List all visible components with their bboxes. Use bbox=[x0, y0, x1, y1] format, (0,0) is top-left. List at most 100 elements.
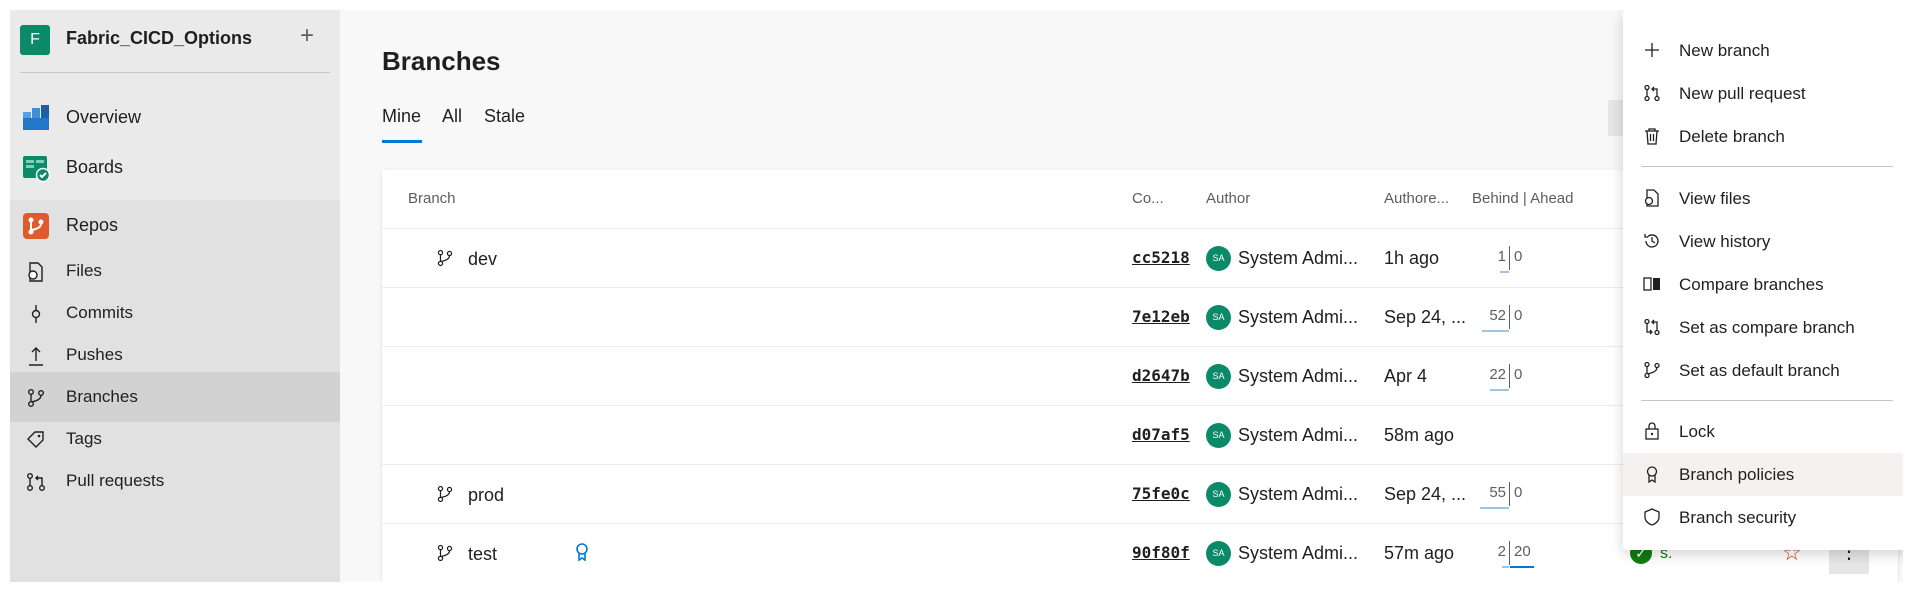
pull-request-icon bbox=[1644, 84, 1660, 102]
behind-count: 2 bbox=[1497, 543, 1506, 560]
sidebar-item-label: Branches bbox=[66, 387, 138, 406]
ahead-count: 0 bbox=[1514, 307, 1523, 324]
branch-policy-icon[interactable] bbox=[574, 542, 590, 562]
sidebar-item-overview[interactable]: Overview bbox=[10, 92, 340, 142]
commit-link[interactable]: d2647b bbox=[1132, 366, 1190, 385]
commit-link[interactable]: d07af5 bbox=[1132, 425, 1190, 444]
sidebar-item-pull-requests[interactable]: Pull requests bbox=[10, 456, 340, 506]
author-name: System Admi... bbox=[1238, 425, 1359, 445]
behind-ahead-divider bbox=[1509, 305, 1510, 329]
repos-section: Repos Files Commits Pushes Branches Tags… bbox=[10, 200, 340, 582]
branch-context-menu: New branch New pull request Delete branc… bbox=[1623, 10, 1903, 550]
menu-item-label: Set as default branch bbox=[1679, 361, 1840, 380]
commit-link[interactable]: 7e12eb bbox=[1132, 307, 1190, 326]
tab-mine[interactable]: Mine bbox=[382, 106, 421, 127]
authored-date: 58m ago bbox=[1384, 425, 1455, 445]
project-header: F Fabric_CICD_Options + bbox=[10, 10, 340, 70]
menu-item-label: Delete branch bbox=[1679, 127, 1785, 146]
menu-item-set-compare-branch[interactable]: Set as compare branch bbox=[1623, 306, 1903, 349]
menu-item-label: New pull request bbox=[1679, 84, 1806, 103]
behind-ahead-divider bbox=[1509, 364, 1510, 388]
branch-name[interactable]: test bbox=[468, 544, 497, 565]
menu-item-branch-security[interactable]: Branch security bbox=[1623, 496, 1903, 539]
sidebar-item-label: Pull requests bbox=[66, 471, 165, 490]
author-name: System Admi... bbox=[1238, 484, 1359, 504]
column-header-branch[interactable]: Branch bbox=[408, 190, 456, 207]
branch-icon bbox=[1644, 361, 1660, 379]
column-header-commit[interactable]: Co... bbox=[1132, 190, 1164, 207]
lock-icon bbox=[1645, 422, 1659, 440]
commit-icon bbox=[31, 305, 41, 323]
sidebar-item-label: Tags bbox=[66, 429, 102, 448]
plus-icon bbox=[1645, 43, 1659, 57]
menu-item-branch-policies[interactable]: Branch policies bbox=[1623, 453, 1903, 496]
ahead-count: 0 bbox=[1514, 484, 1523, 501]
set-compare-icon bbox=[1644, 318, 1660, 336]
behind-count: 22 bbox=[1489, 366, 1506, 383]
ahead-count: 0 bbox=[1514, 366, 1523, 383]
sidebar-item-boards[interactable]: Boards bbox=[10, 142, 340, 192]
menu-item-lock[interactable]: Lock bbox=[1623, 410, 1903, 453]
add-icon[interactable]: + bbox=[300, 22, 314, 50]
column-header-author[interactable]: Author bbox=[1206, 190, 1250, 207]
menu-item-delete-branch[interactable]: Delete branch bbox=[1623, 115, 1903, 158]
authored-date: Sep 24, ... bbox=[1384, 307, 1467, 327]
behind-count: 55 bbox=[1489, 484, 1506, 501]
menu-item-compare-branches[interactable]: Compare branches bbox=[1623, 263, 1903, 306]
behind-bar bbox=[1490, 389, 1509, 391]
menu-item-label: Branch security bbox=[1679, 508, 1797, 527]
avatar: SA bbox=[1206, 305, 1231, 330]
ahead-count: 20 bbox=[1514, 543, 1531, 560]
behind-bar bbox=[1500, 271, 1509, 273]
project-name[interactable]: Fabric_CICD_Options bbox=[66, 28, 252, 49]
menu-item-view-files[interactable]: View files bbox=[1623, 177, 1903, 220]
branch-name[interactable]: prod bbox=[468, 485, 504, 506]
history-icon bbox=[1644, 234, 1659, 248]
menu-item-new-pull-request[interactable]: New pull request bbox=[1623, 72, 1903, 115]
tab-all[interactable]: All bbox=[442, 106, 462, 127]
branch-icon bbox=[437, 249, 453, 267]
behind-count: 52 bbox=[1489, 307, 1506, 324]
behind-ahead-divider bbox=[1509, 541, 1510, 565]
commit-link[interactable]: 90f80f bbox=[1132, 543, 1190, 562]
menu-item-new-branch[interactable]: New branch bbox=[1623, 29, 1903, 72]
divider bbox=[20, 72, 330, 73]
avatar: SA bbox=[1206, 482, 1231, 507]
branch-name[interactable]: dev bbox=[468, 249, 497, 270]
shield-icon bbox=[1644, 508, 1660, 526]
page-title: Branches bbox=[382, 46, 501, 76]
branch-icon bbox=[437, 485, 453, 503]
ahead-count: 0 bbox=[1514, 248, 1523, 265]
author-name: System Admi... bbox=[1238, 366, 1359, 386]
behind-ahead-divider bbox=[1509, 246, 1510, 270]
menu-item-label: View files bbox=[1679, 189, 1751, 208]
sidebar-item-label: Repos bbox=[66, 215, 119, 235]
behind-count: 1 bbox=[1497, 248, 1506, 265]
authored-date: 57m ago bbox=[1384, 543, 1455, 563]
authored-date: 1h ago bbox=[1384, 248, 1440, 268]
trash-icon bbox=[1645, 128, 1659, 145]
sidebar-item-label: Overview bbox=[66, 107, 142, 127]
commit-link[interactable]: 75fe0c bbox=[1132, 484, 1190, 503]
sidebar-item-label: Files bbox=[66, 261, 102, 280]
menu-item-label: Branch policies bbox=[1679, 465, 1795, 484]
menu-item-set-default-branch[interactable]: Set as default branch bbox=[1623, 349, 1903, 392]
ahead-bar bbox=[1510, 566, 1534, 568]
tab-stale[interactable]: Stale bbox=[484, 106, 525, 127]
menu-divider bbox=[1641, 166, 1893, 167]
commit-link[interactable]: cc5218 bbox=[1132, 248, 1190, 267]
menu-item-view-history[interactable]: View history bbox=[1623, 220, 1903, 263]
sidebar-item-label: Pushes bbox=[66, 345, 123, 364]
branch-icon bbox=[28, 389, 44, 407]
column-header-authored[interactable]: Authore... bbox=[1384, 190, 1449, 207]
app-frame: F Fabric_CICD_Options + Overview Boards … bbox=[10, 10, 1903, 582]
author-name: System Admi... bbox=[1238, 307, 1359, 327]
sidebar-item-repos[interactable]: Repos bbox=[10, 200, 340, 250]
sidebar-item-label: Boards bbox=[66, 157, 124, 177]
authored-date: Sep 24, ... bbox=[1384, 484, 1467, 504]
pull-request-icon bbox=[27, 473, 45, 491]
behind-bar bbox=[1482, 330, 1509, 332]
menu-item-label: View history bbox=[1679, 232, 1771, 251]
avatar: SA bbox=[1206, 246, 1231, 271]
menu-item-label: Compare branches bbox=[1679, 275, 1824, 294]
